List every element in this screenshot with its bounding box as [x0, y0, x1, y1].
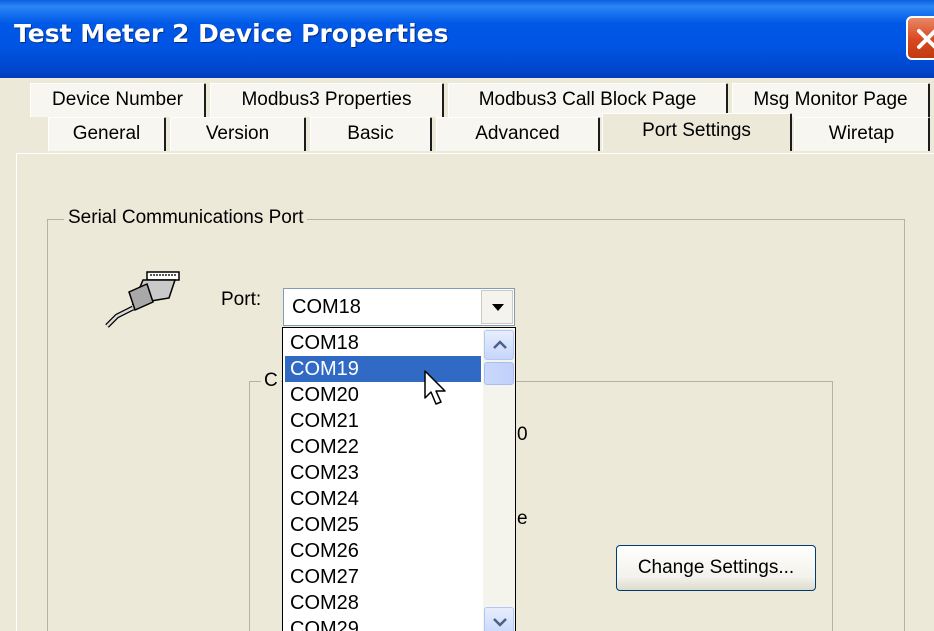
dropdown-option-com20[interactable]: COM20 [285, 382, 481, 408]
dropdown-option-com24[interactable]: COM24 [285, 486, 481, 512]
tab-modbus3-call-block-page[interactable]: Modbus3 Call Block Page [448, 83, 728, 117]
port-dropdown-list[interactable]: COM18 COM19 COM20 COM21 COM22 COM23 COM2… [282, 327, 516, 631]
port-dropdown-button[interactable] [481, 290, 513, 324]
dropdown-option-com27[interactable]: COM27 [285, 564, 481, 590]
tab-device-number[interactable]: Device Number [30, 83, 206, 117]
chevron-up-icon [493, 340, 507, 349]
chevron-down-icon [492, 304, 504, 311]
dropdown-scrollbar[interactable] [483, 329, 515, 631]
tab-basic[interactable]: Basic [310, 117, 432, 151]
scroll-up-button[interactable] [484, 330, 514, 360]
dropdown-option-com28[interactable]: COM28 [285, 590, 481, 616]
tab-modbus3-properties[interactable]: Modbus3 Properties [210, 83, 444, 117]
dropdown-option-com26[interactable]: COM26 [285, 538, 481, 564]
dropdown-option-com19[interactable]: COM19 [285, 356, 481, 382]
title-bar[interactable]: Test Meter 2 Device Properties [0, 0, 934, 78]
dropdown-option-com25[interactable]: COM25 [285, 512, 481, 538]
tab-msg-monitor-page[interactable]: Msg Monitor Page [732, 83, 930, 117]
scroll-down-button[interactable] [484, 607, 514, 631]
tab-port-settings[interactable]: Port Settings [602, 113, 792, 151]
window-title: Test Meter 2 Device Properties [14, 19, 449, 48]
change-settings-button[interactable]: Change Settings... [616, 545, 816, 591]
obscured-value-text: 0 [517, 424, 528, 445]
tab-general[interactable]: General [48, 117, 166, 151]
close-button[interactable] [906, 16, 934, 60]
tab-version[interactable]: Version [170, 117, 306, 151]
port-combobox-value: COM18 [292, 296, 361, 318]
scroll-thumb[interactable] [484, 362, 514, 385]
obscured-option-text: e [517, 508, 528, 529]
connection-settings-group-label: C [261, 370, 281, 392]
port-label: Port: [221, 289, 262, 310]
port-combobox[interactable]: COM18 [283, 288, 515, 326]
mouse-cursor-icon [424, 370, 446, 405]
tab-advanced[interactable]: Advanced [436, 117, 600, 151]
dropdown-option-com29[interactable]: COM29 [285, 616, 481, 631]
serial-communications-group-label: Serial Communications Port [64, 207, 308, 229]
close-icon [917, 29, 934, 49]
tab-wiretap[interactable]: Wiretap [794, 117, 930, 151]
chevron-down-icon [493, 618, 507, 627]
dropdown-option-com23[interactable]: COM23 [285, 460, 481, 486]
dropdown-option-com18[interactable]: COM18 [285, 330, 481, 356]
dropdown-option-com21[interactable]: COM21 [285, 408, 481, 434]
serial-cable-icon [105, 271, 180, 328]
dropdown-option-com22[interactable]: COM22 [285, 434, 481, 460]
